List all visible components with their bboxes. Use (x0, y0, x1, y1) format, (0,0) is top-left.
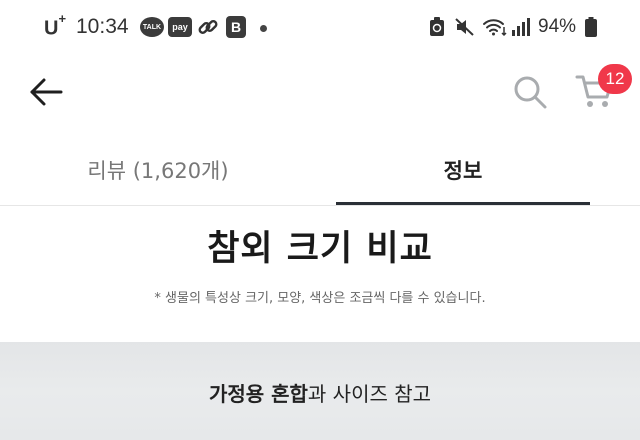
link-notification-icon (196, 17, 220, 37)
search-button[interactable] (506, 68, 554, 116)
b-app-notification-icon: B (226, 16, 246, 38)
back-button[interactable] (24, 70, 68, 114)
kakaotalk-notification-icon: TALK (140, 17, 164, 37)
pay-notification-icon: pay (168, 17, 192, 37)
battery-percent: 94% (538, 16, 577, 37)
caption-text: 과 사이즈 참고 (307, 382, 432, 406)
carrier-label: U+ (44, 11, 67, 40)
caption-bold-text: 가정용 혼합 (208, 382, 308, 406)
wifi-icon (482, 17, 508, 37)
status-bar: U+ 10:34 TALK pay B 94% (0, 0, 640, 54)
arrow-left-icon (30, 78, 63, 106)
mute-icon (454, 17, 476, 37)
status-time: 10:34 (76, 15, 129, 38)
top-app-bar (0, 54, 640, 130)
more-notifications-dot-icon (260, 25, 267, 32)
section-note: * 생물의 특성상 크기, 모양, 색상은 조금씩 다를 수 있습니다. (154, 291, 486, 306)
image-caption: 가정용 혼합과 사이즈 참고 (0, 378, 640, 407)
battery-icon (584, 17, 598, 37)
signal-strength-icon (510, 17, 532, 37)
battery-saver-icon (428, 17, 446, 37)
product-tabs: 리뷰 (1,620개) 정보 (0, 136, 640, 206)
tab-info[interactable]: 정보 (336, 136, 590, 204)
cart-count-badge: 12 (598, 64, 632, 94)
divider (0, 205, 640, 206)
section-title: 참외 크기 비교 (207, 229, 433, 269)
search-icon (514, 76, 547, 109)
tab-reviews[interactable]: 리뷰 (1,620개) (28, 136, 288, 204)
